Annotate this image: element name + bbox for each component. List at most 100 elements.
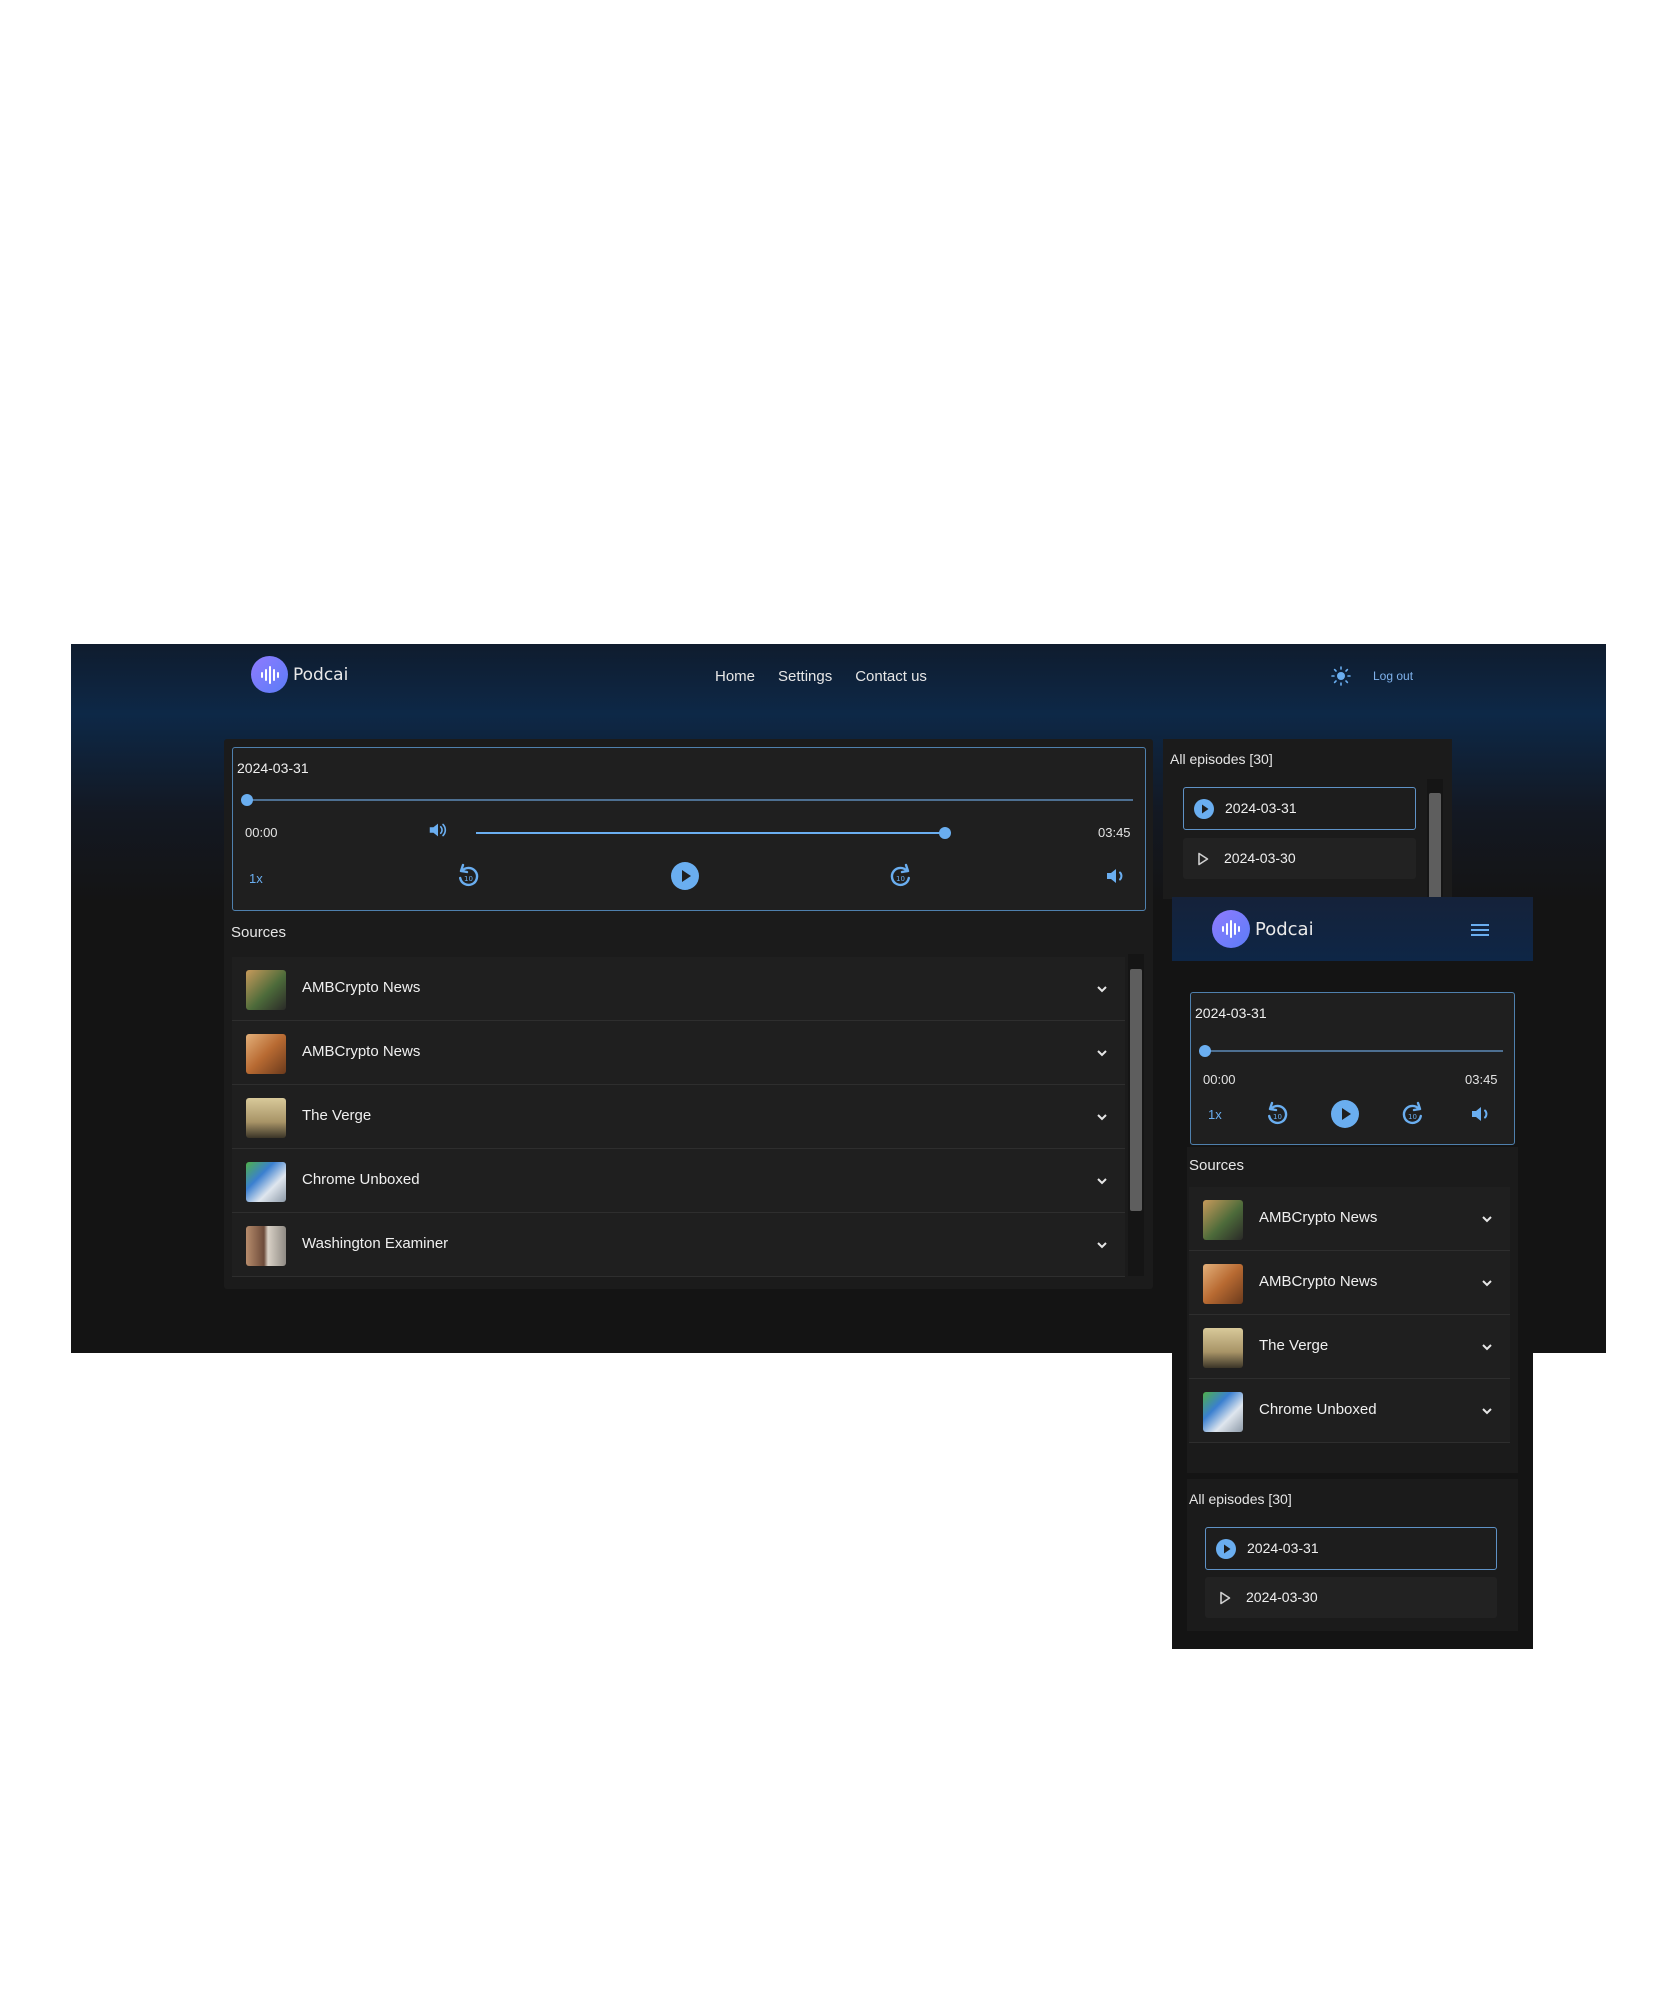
sources-panel: Sources AMBCrypto News AMBCrypto News Th…	[1187, 1147, 1518, 1473]
seek-bar[interactable]	[1205, 1050, 1503, 1052]
player-card: 2024-03-31 00:00 03:45 1x 10 10 Sources …	[224, 739, 1153, 1289]
episode-date: 2024-03-31	[1225, 800, 1297, 816]
chevron-down-icon[interactable]	[1095, 1174, 1109, 1188]
playback-speed-button[interactable]: 1x	[1208, 1107, 1222, 1122]
theme-toggle-sun-icon[interactable]	[1331, 666, 1351, 686]
episode-date-title: 2024-03-31	[237, 760, 309, 776]
source-row[interactable]: AMBCrypto News	[1189, 1251, 1510, 1315]
source-row[interactable]: Chrome Unboxed	[1189, 1379, 1510, 1443]
rewind-10-icon[interactable]: 10	[454, 862, 482, 890]
play-circle-icon	[1216, 1539, 1236, 1559]
sources-heading: Sources	[231, 924, 287, 941]
episodes-heading: All episodes [30]	[1170, 751, 1273, 767]
play-outline-icon	[1198, 852, 1209, 866]
episode-date: 2024-03-30	[1246, 1589, 1318, 1605]
episode-item[interactable]: 2024-03-30	[1183, 838, 1416, 879]
waveform-icon	[251, 656, 288, 693]
chevron-down-icon[interactable]	[1095, 1110, 1109, 1124]
source-thumbnail	[246, 1034, 286, 1074]
brand-logo[interactable]: Podcai	[251, 656, 348, 693]
source-row[interactable]: AMBCrypto News	[1189, 1187, 1510, 1251]
source-name: Chrome Unboxed	[302, 1171, 420, 1188]
source-thumbnail	[1203, 1200, 1243, 1240]
source-row[interactable]: Washington Examiner	[232, 1213, 1125, 1277]
play-icon[interactable]	[1331, 1100, 1359, 1128]
sources-scrollbar[interactable]	[1128, 954, 1144, 1276]
playback-speed-button[interactable]: 1x	[249, 871, 263, 886]
forward-10-icon[interactable]: 10	[887, 862, 915, 890]
source-name: Washington Examiner	[302, 1235, 449, 1252]
episodes-scrollbar[interactable]	[1427, 779, 1443, 899]
source-thumbnail	[246, 1098, 286, 1138]
chevron-down-icon[interactable]	[1480, 1340, 1494, 1354]
source-row[interactable]: The Verge	[232, 1085, 1125, 1149]
volume-icon[interactable]	[427, 819, 449, 841]
source-name: AMBCrypto News	[302, 1043, 421, 1060]
audio-player: 2024-03-31 00:00 03:45 1x 10 10	[232, 747, 1146, 911]
chevron-down-icon[interactable]	[1095, 1046, 1109, 1060]
nav-settings-link[interactable]: Settings	[778, 668, 832, 685]
source-thumbnail	[1203, 1392, 1243, 1432]
episode-item-active[interactable]: 2024-03-31	[1205, 1527, 1497, 1570]
sources-list: AMBCrypto News AMBCrypto News The Verge …	[1189, 1187, 1510, 1473]
episode-item[interactable]: 2024-03-30	[1205, 1577, 1497, 1618]
rewind-10-icon[interactable]: 10	[1263, 1100, 1291, 1128]
nav-home-link[interactable]: Home	[715, 668, 755, 685]
duration-time: 03:45	[1465, 1072, 1498, 1087]
current-time: 00:00	[1203, 1072, 1236, 1087]
brand-logo[interactable]: Podcai	[1212, 910, 1314, 948]
nav-contact-link[interactable]: Contact us	[855, 668, 927, 685]
source-name: AMBCrypto News	[1259, 1209, 1378, 1226]
mobile-screenshot: Podcai 2024-03-31 00:00 03:45 1x 10 10 S	[1172, 897, 1533, 1649]
episode-date-title: 2024-03-31	[1195, 1005, 1267, 1021]
episodes-heading: All episodes [30]	[1189, 1491, 1292, 1507]
source-name: The Verge	[302, 1107, 372, 1124]
svg-text:10: 10	[464, 875, 473, 883]
source-name: AMBCrypto News	[1259, 1273, 1378, 1290]
volume-slider[interactable]	[476, 832, 945, 834]
brand-name: Podcai	[1255, 918, 1314, 940]
source-thumbnail	[1203, 1328, 1243, 1368]
mobile-navbar: Podcai	[1172, 897, 1533, 961]
source-name: Chrome Unboxed	[1259, 1401, 1377, 1418]
sources-heading: Sources	[1189, 1157, 1245, 1174]
scrollbar-thumb[interactable]	[1429, 793, 1441, 899]
source-thumbnail	[246, 1162, 286, 1202]
source-row[interactable]: AMBCrypto News	[232, 1021, 1125, 1085]
source-name: AMBCrypto News	[302, 979, 421, 996]
source-row[interactable]: The Verge	[1189, 1315, 1510, 1379]
audio-player: 2024-03-31 00:00 03:45 1x 10 10	[1190, 992, 1515, 1145]
source-row[interactable]: AMBCrypto News	[232, 957, 1125, 1021]
scrollbar-thumb[interactable]	[1130, 969, 1142, 1211]
episode-item-active[interactable]: 2024-03-31	[1183, 787, 1416, 830]
top-navbar: Podcai Home Settings Contact us Log out	[71, 644, 1606, 706]
sources-list: AMBCrypto News AMBCrypto News The Verge …	[232, 957, 1125, 1277]
chevron-down-icon[interactable]	[1095, 982, 1109, 996]
chevron-down-icon[interactable]	[1480, 1212, 1494, 1226]
seek-bar[interactable]	[247, 799, 1133, 801]
play-icon[interactable]	[671, 862, 699, 890]
episode-date: 2024-03-31	[1247, 1540, 1319, 1556]
seek-handle[interactable]	[241, 794, 253, 806]
source-row[interactable]: Chrome Unboxed	[232, 1149, 1125, 1213]
brand-name: Podcai	[293, 664, 349, 685]
episodes-panel: All episodes [30] 2024-03-31 2024-03-30	[1187, 1479, 1518, 1631]
play-outline-icon	[1220, 1591, 1231, 1605]
volume-handle[interactable]	[939, 827, 951, 839]
seek-handle[interactable]	[1199, 1045, 1211, 1057]
source-name: The Verge	[1259, 1337, 1329, 1354]
current-time: 00:00	[245, 825, 278, 840]
svg-text:10: 10	[1408, 1113, 1417, 1121]
episode-date: 2024-03-30	[1224, 850, 1296, 866]
logout-link[interactable]: Log out	[1373, 669, 1413, 683]
chevron-down-icon[interactable]	[1095, 1238, 1109, 1252]
svg-text:10: 10	[896, 875, 905, 883]
chevron-down-icon[interactable]	[1480, 1404, 1494, 1418]
play-circle-icon	[1194, 799, 1214, 819]
volume-icon[interactable]	[1469, 1102, 1493, 1126]
forward-10-icon[interactable]: 10	[1399, 1100, 1427, 1128]
hamburger-menu-icon[interactable]	[1470, 923, 1490, 937]
volume-mute-toggle-icon[interactable]	[1104, 864, 1128, 888]
waveform-icon	[1212, 910, 1250, 948]
chevron-down-icon[interactable]	[1480, 1276, 1494, 1290]
